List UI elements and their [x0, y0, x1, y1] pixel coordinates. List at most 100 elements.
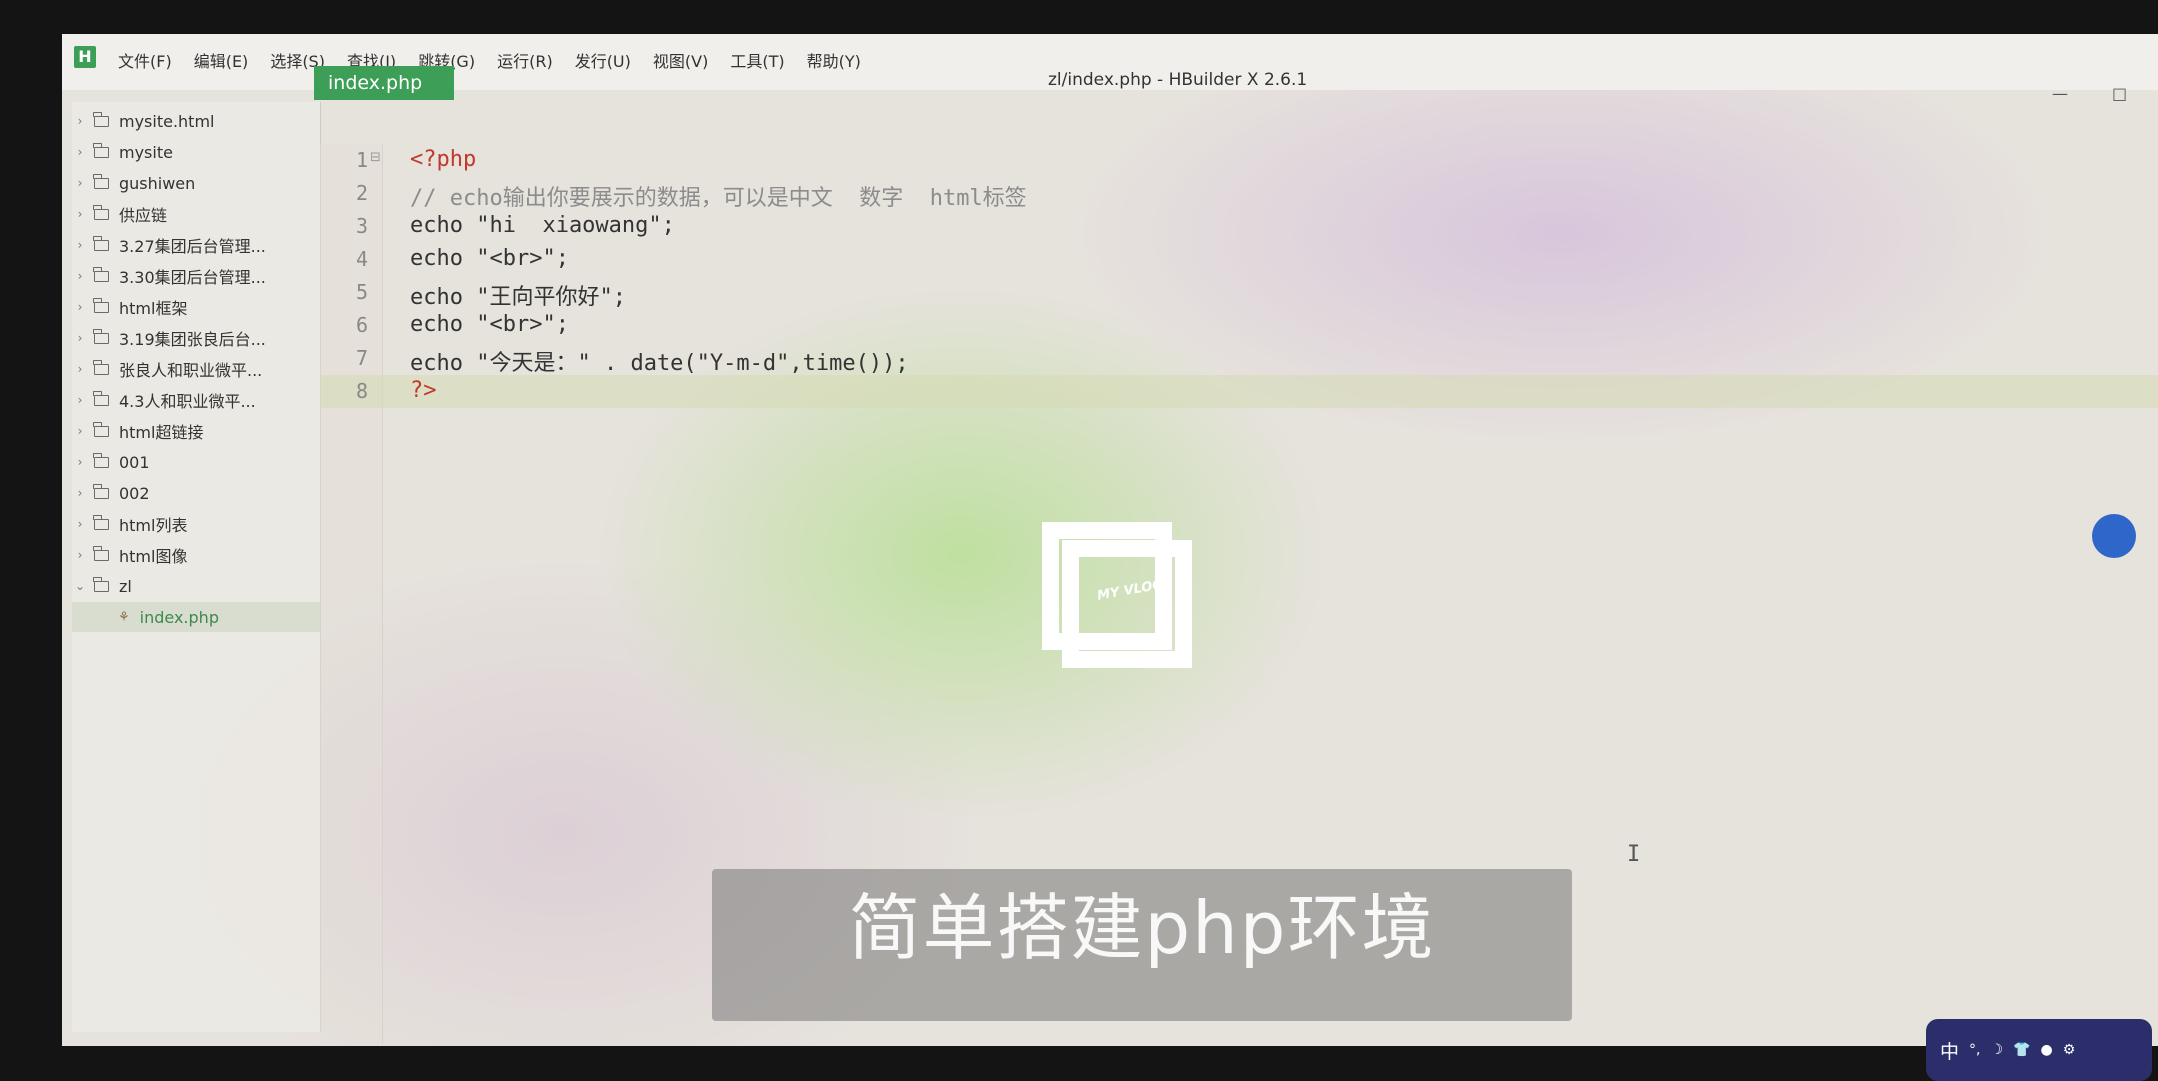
- chevron-right-icon[interactable]: ›: [72, 269, 88, 283]
- tree-folder-item[interactable]: › mysite.html: [72, 106, 320, 136]
- ime-toolbar[interactable]: 中 °, ☽ 👕 ● ⚙: [1926, 1019, 2152, 1081]
- tree-folder-item[interactable]: › 001: [72, 447, 320, 477]
- code-token: echo "<br>";: [410, 246, 569, 271]
- tree-folder-item[interactable]: › 3.27集团后台管理...: [72, 230, 320, 260]
- tree-folder-item[interactable]: › html列表: [72, 509, 320, 539]
- tree-folder-item[interactable]: › 3.19集团张良后台...: [72, 323, 320, 353]
- php-file-icon: ⚘: [118, 609, 130, 625]
- code-text: // echo输出你要展示的数据，可以是中文 数字 html标签: [410, 180, 1027, 212]
- tree-item-label: 供应链: [119, 206, 168, 225]
- tree-folder-item[interactable]: › gushiwen: [72, 168, 320, 198]
- video-subtitle: 简单搭建php环境: [712, 869, 1572, 1021]
- tree-item-label: html图像: [119, 547, 188, 566]
- folder-icon: [93, 545, 109, 561]
- menu-item[interactable]: 运行(R): [497, 48, 553, 72]
- tab-index-php[interactable]: index.php: [314, 66, 454, 100]
- chevron-right-icon[interactable]: ›: [72, 486, 88, 500]
- tree-folder-item[interactable]: › 002: [72, 478, 320, 508]
- folder-icon: [93, 576, 109, 592]
- code-text: echo "<br>";: [410, 246, 569, 271]
- chevron-right-icon[interactable]: ›: [72, 517, 88, 531]
- tree-item-label: mysite: [119, 142, 173, 162]
- folder-icon: [93, 235, 109, 251]
- code-token: echo "hi xiaowang";: [410, 213, 675, 238]
- floating-assistant-button[interactable]: [2092, 514, 2136, 558]
- ime-option-icon[interactable]: 👕: [2013, 1042, 2030, 1058]
- fold-toggle-icon[interactable]: ⊟: [370, 150, 381, 165]
- folder-icon: [93, 390, 109, 406]
- logo-frame-front: [1062, 540, 1192, 668]
- chevron-right-icon[interactable]: ›: [72, 300, 88, 314]
- folder-icon: [93, 173, 109, 189]
- code-line[interactable]: 7 echo "今天是：" . date("Y-m-d",time());: [320, 342, 2158, 377]
- tree-folder-item[interactable]: ⌄ zl: [72, 571, 320, 601]
- tree-file-item-index-php[interactable]: ⚘ index.php: [72, 602, 320, 632]
- code-line[interactable]: 6 echo "<br>";: [320, 309, 2158, 342]
- code-token: echo "<br>";: [410, 312, 569, 337]
- folder-icon: [93, 483, 109, 499]
- menu-item[interactable]: 视图(V): [653, 48, 708, 72]
- tree-folder-item[interactable]: › 3.30集团后台管理...: [72, 261, 320, 291]
- code-text: echo "<br>";: [410, 312, 569, 337]
- code-line[interactable]: 4 echo "<br>";: [320, 243, 2158, 276]
- menu-item[interactable]: 文件(F): [118, 48, 172, 72]
- ime-option-icon[interactable]: ●: [2040, 1042, 2052, 1058]
- chevron-right-icon[interactable]: ›: [72, 176, 88, 190]
- ime-option-icon[interactable]: °,: [1969, 1042, 1980, 1058]
- menu-item[interactable]: 编辑(E): [194, 48, 249, 72]
- minimize-button[interactable]: —: [2052, 84, 2068, 103]
- tree-folder-item[interactable]: › html图像: [72, 540, 320, 570]
- folder-icon: [93, 266, 109, 282]
- mouse-ibeam-cursor: I: [1627, 842, 1641, 867]
- tree-item-label: gushiwen: [119, 173, 196, 193]
- window-title: zl/index.php - HBuilder X 2.6.1: [1048, 70, 1308, 90]
- tree-folder-item[interactable]: › 供应链: [72, 199, 320, 229]
- line-number: 5: [355, 280, 368, 304]
- folder-icon: [93, 421, 109, 437]
- code-text: echo "hi xiaowang";: [410, 213, 675, 238]
- tree-item-label: 4.3人和职业微平...: [119, 392, 256, 411]
- chevron-right-icon[interactable]: ›: [72, 331, 88, 345]
- tree-item-label: 002: [119, 483, 150, 503]
- tree-folder-item[interactable]: › 张良人和职业微平...: [72, 354, 320, 384]
- chevron-right-icon[interactable]: ›: [72, 207, 88, 221]
- folder-icon: [93, 142, 109, 158]
- code-line[interactable]: 1 ⊟ <?php: [320, 144, 2158, 177]
- chevron-right-icon[interactable]: ›: [72, 548, 88, 562]
- chevron-down-icon[interactable]: ⌄: [72, 579, 88, 593]
- vlog-watermark-logo: MY VLOG: [1042, 522, 1212, 687]
- ime-option-icon[interactable]: ⚙: [2063, 1042, 2076, 1058]
- line-number: 3: [355, 214, 368, 238]
- menu-item[interactable]: 工具(T): [730, 48, 784, 72]
- code-line[interactable]: 8 ?>: [320, 375, 2158, 408]
- code-line[interactable]: 3 echo "hi xiaowang";: [320, 210, 2158, 243]
- code-token: ?>: [410, 378, 437, 403]
- folder-icon: [93, 359, 109, 375]
- code-token: // echo输出你要展示的数据，可以是中文 数字 html标签: [410, 186, 1027, 211]
- chevron-right-icon[interactable]: ›: [72, 455, 88, 469]
- tree-item-label: html超链接: [119, 423, 204, 442]
- chevron-right-icon[interactable]: ›: [72, 362, 88, 376]
- maximize-button[interactable]: □: [2112, 84, 2127, 103]
- tree-folder-item[interactable]: › html框架: [72, 292, 320, 322]
- tree-item-label: 3.27集团后台管理...: [119, 237, 266, 256]
- tree-folder-item[interactable]: › 4.3人和职业微平...: [72, 385, 320, 415]
- chevron-right-icon[interactable]: ›: [72, 114, 88, 128]
- chevron-right-icon[interactable]: ›: [72, 145, 88, 159]
- chevron-right-icon[interactable]: ›: [72, 393, 88, 407]
- ime-option-icon[interactable]: ☽: [1990, 1042, 2003, 1058]
- code-line[interactable]: 5 echo "王向平你好";: [320, 276, 2158, 310]
- tree-folder-item[interactable]: › html超链接: [72, 416, 320, 446]
- chevron-right-icon[interactable]: ›: [72, 424, 88, 438]
- code-line[interactable]: 2 // echo输出你要展示的数据，可以是中文 数字 html标签: [320, 177, 2158, 212]
- tree-item-label: html框架: [119, 299, 188, 318]
- line-number: 2: [355, 181, 368, 205]
- chevron-right-icon[interactable]: ›: [72, 238, 88, 252]
- menu-item[interactable]: 帮助(Y): [807, 48, 861, 72]
- tree-item-label: 张良人和职业微平...: [119, 361, 263, 380]
- tree-folder-item[interactable]: › mysite: [72, 137, 320, 167]
- code-text: echo "今天是：" . date("Y-m-d",time());: [410, 345, 909, 377]
- menu-item[interactable]: 发行(U): [575, 48, 631, 72]
- line-number: 8: [355, 379, 368, 403]
- ime-mode-label[interactable]: 中: [1940, 1037, 1959, 1064]
